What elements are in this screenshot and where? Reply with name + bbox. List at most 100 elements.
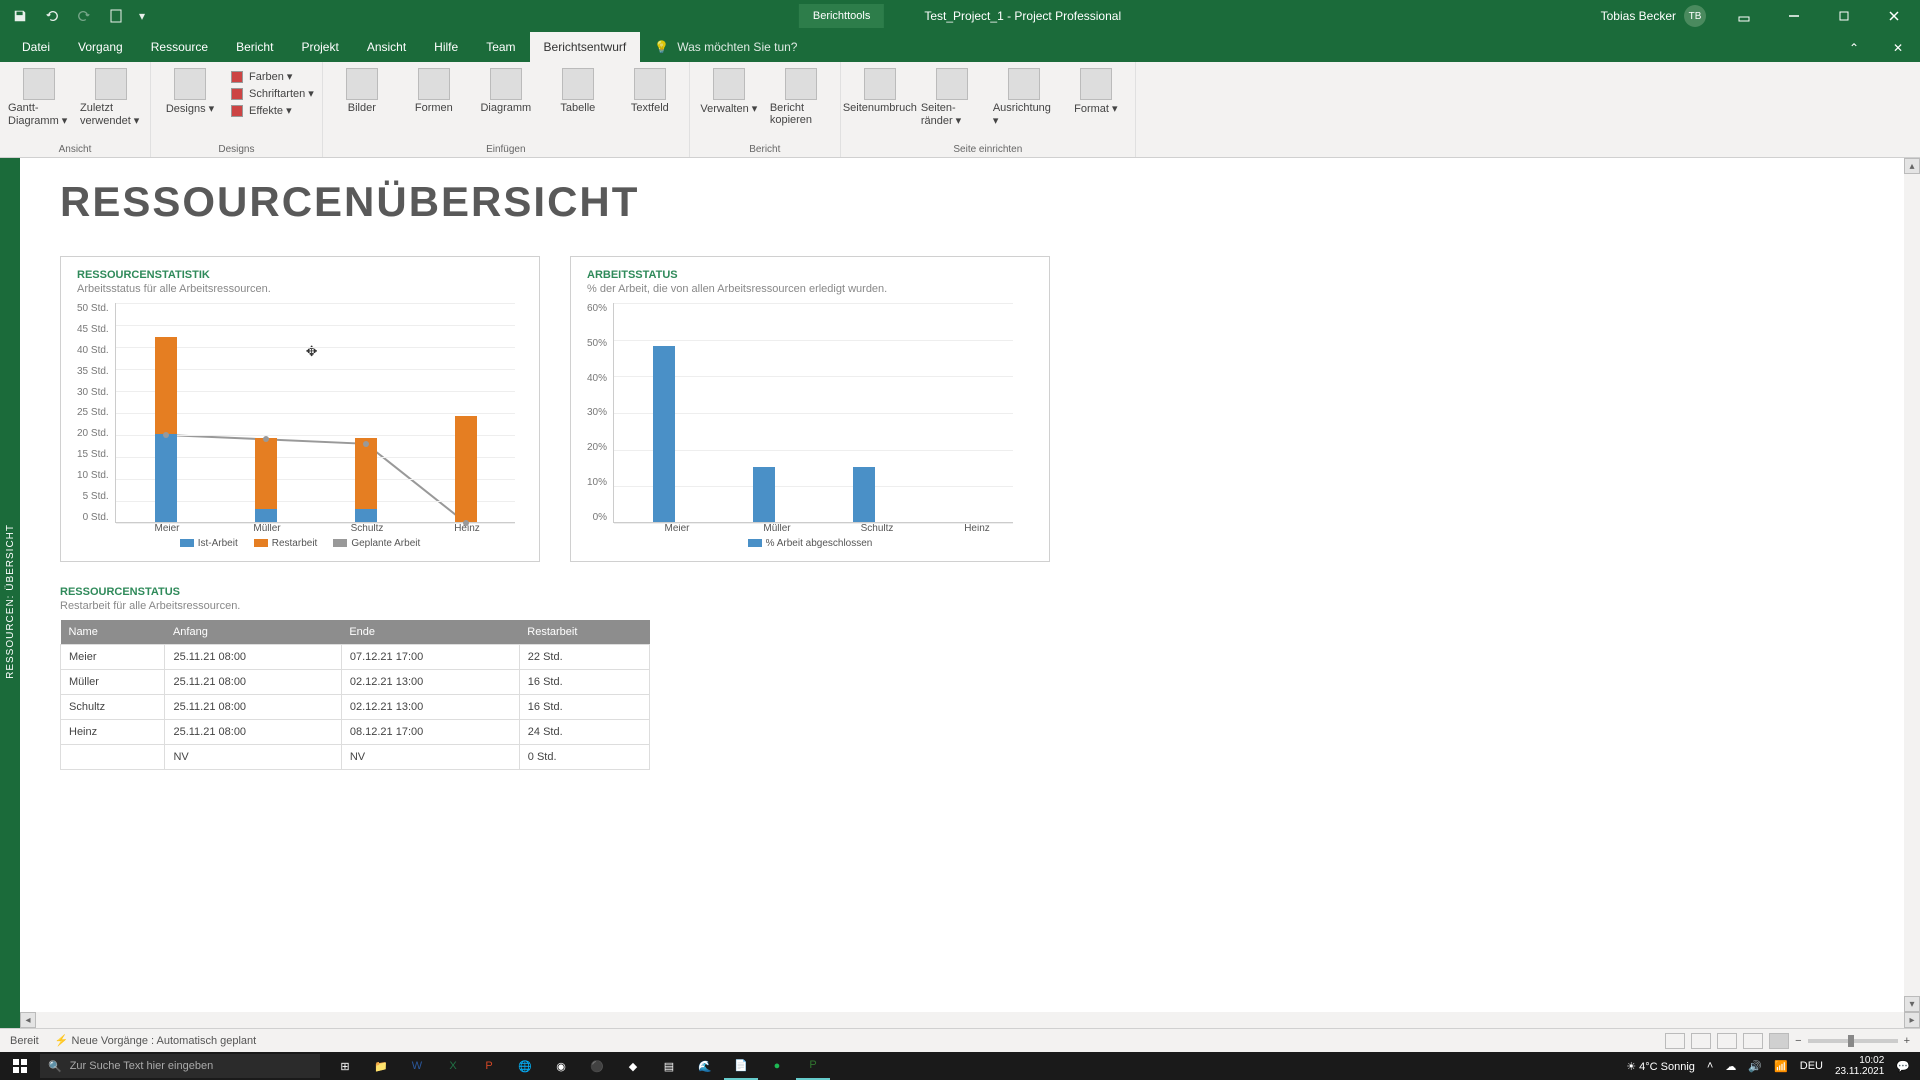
menu-berichtsentwurf[interactable]: Berichtsentwurf (530, 32, 641, 62)
tabelle[interactable]: Tabelle (547, 66, 609, 114)
save-icon[interactable] (8, 4, 32, 28)
table-row[interactable]: Meier25.11.21 08:0007.12.21 17:0022 Std. (61, 645, 650, 670)
seitenumbruch[interactable]: Seitenumbruch (849, 66, 911, 114)
edge-icon[interactable]: 🌊 (688, 1052, 722, 1080)
view-shortcut-1[interactable] (1665, 1033, 1685, 1049)
table-row[interactable]: NVNV0 Std. (61, 745, 650, 770)
app-icon-1[interactable]: ◆ (616, 1052, 650, 1080)
chart-ressourcenstatistik[interactable]: RESSOURCENSTATISTIK Arbeitsstatus für al… (60, 256, 540, 562)
table-header[interactable]: Ende (341, 620, 519, 645)
menu-vorgang[interactable]: Vorgang (64, 32, 137, 62)
zoom-out-icon[interactable]: − (1795, 1035, 1801, 1047)
powerpoint-icon[interactable]: P (472, 1052, 506, 1080)
bericht-kopieren[interactable]: Bericht kopieren (770, 66, 832, 126)
word-icon[interactable]: W (400, 1052, 434, 1080)
maximize-button[interactable] (1822, 0, 1866, 32)
effekte[interactable]: Effekte ▾ (231, 104, 314, 117)
bilder[interactable]: Bilder (331, 66, 393, 114)
view-shortcut-4[interactable] (1743, 1033, 1763, 1049)
file-explorer-icon[interactable]: 📁 (364, 1052, 398, 1080)
ausrichtung[interactable]: Ausrichtung ▾ (993, 66, 1055, 127)
start-button[interactable] (0, 1052, 40, 1080)
designs[interactable]: Designs ▾ (159, 66, 221, 115)
project-icon[interactable]: P (796, 1052, 830, 1080)
menu-projekt[interactable]: Projekt (287, 32, 352, 62)
qat-customize-icon[interactable]: ▾ (136, 4, 148, 28)
excel-icon[interactable]: X (436, 1052, 470, 1080)
table-row[interactable]: Schultz25.11.21 08:0002.12.21 13:0016 St… (61, 695, 650, 720)
taskbar-search[interactable]: 🔍 Zur Suche Text hier eingeben (40, 1054, 320, 1078)
view-shortcut-2[interactable] (1691, 1033, 1711, 1049)
seitenraender[interactable]: Seiten-ränder ▾ (921, 66, 983, 127)
view-side-rail[interactable]: RESSOURCEN: ÜBERSICHT (0, 158, 20, 1044)
table-row[interactable]: Müller25.11.21 08:0002.12.21 13:0016 Std… (61, 670, 650, 695)
menu-hilfe[interactable]: Hilfe (420, 32, 472, 62)
chart-arbeitsstatus[interactable]: ARBEITSSTATUS % der Arbeit, die von alle… (570, 256, 1050, 562)
tell-me-search[interactable]: 💡 Was möchten Sie tun? (640, 32, 811, 62)
task-view-icon[interactable]: ⊞ (328, 1052, 362, 1080)
menu-team[interactable]: Team (472, 32, 529, 62)
view-shortcut-5[interactable] (1769, 1033, 1789, 1049)
volume-icon[interactable]: 🔊 (1748, 1060, 1762, 1073)
close-pane-icon[interactable]: ✕ (1876, 32, 1920, 64)
scroll-down-icon[interactable]: ▾ (1904, 996, 1920, 1012)
notifications-icon[interactable]: 💬 (1896, 1060, 1910, 1073)
formen[interactable]: Formen (403, 66, 465, 114)
scroll-left-icon[interactable]: ◂ (20, 1012, 36, 1028)
ribbon-collapse-icon[interactable]: ⌃ (1832, 32, 1876, 64)
close-button[interactable] (1872, 0, 1916, 32)
verwalten[interactable]: Verwalten ▾ (698, 66, 760, 115)
report-canvas[interactable]: RESSOURCENÜBERSICHT RESSOURCENSTATISTIK … (20, 158, 1920, 1044)
spotify-icon[interactable]: ● (760, 1052, 794, 1080)
menu-datei[interactable]: Datei (8, 32, 64, 62)
chrome-icon[interactable]: ◉ (544, 1052, 578, 1080)
chart1-subtitle: Arbeitsstatus für alle Arbeitsressourcen… (77, 283, 523, 295)
vertical-scrollbar[interactable]: ▴ ▾ (1904, 158, 1920, 1012)
zoom-slider[interactable] (1808, 1039, 1898, 1043)
ressourcenstatus-table[interactable]: NameAnfangEndeRestarbeit Meier25.11.21 0… (60, 620, 650, 770)
obs-icon[interactable]: ⚫ (580, 1052, 614, 1080)
table-header[interactable]: Anfang (165, 620, 341, 645)
notepad-icon[interactable]: 📄 (724, 1052, 758, 1080)
textfeld[interactable]: Textfeld (619, 66, 681, 114)
search-icon: 🔍 (48, 1060, 62, 1073)
qat-doc-icon[interactable] (104, 4, 128, 28)
table-header[interactable]: Name (61, 620, 165, 645)
menu-ansicht[interactable]: Ansicht (353, 32, 420, 62)
schriftarten[interactable]: Schriftarten ▾ (231, 87, 314, 100)
diagramm[interactable]: Diagramm (475, 66, 537, 114)
edge-legacy-icon[interactable]: 🌐 (508, 1052, 542, 1080)
scroll-right-icon[interactable]: ▸ (1904, 1012, 1920, 1028)
tray-chevron-icon[interactable]: ˄ (1707, 1060, 1713, 1072)
chart1-title: RESSOURCENSTATISTIK (77, 269, 523, 281)
undo-icon[interactable] (40, 4, 64, 28)
search-placeholder: Zur Suche Text hier eingeben (70, 1060, 214, 1072)
menu-bar: DateiVorgangRessourceBerichtProjektAnsic… (0, 32, 1920, 62)
ribbon-display-options-icon[interactable] (1722, 0, 1766, 32)
onedrive-icon[interactable]: ☁ (1725, 1060, 1736, 1073)
format-btn[interactable]: Format ▾ (1065, 66, 1127, 115)
gantt-diagramm[interactable]: Gantt-Diagramm ▾ (8, 66, 70, 127)
table-row[interactable]: Heinz25.11.21 08:0008.12.21 17:0024 Std. (61, 720, 650, 745)
zuletzt-verwendet[interactable]: Zuletzt verwendet ▾ (80, 66, 142, 127)
schedule-mode-indicator[interactable]: ⚡ Neue Vorgänge : Automatisch geplant (55, 1034, 256, 1047)
table-header[interactable]: Restarbeit (519, 620, 649, 645)
scroll-up-icon[interactable]: ▴ (1904, 158, 1920, 174)
horizontal-scrollbar[interactable]: ◂ ▸ (20, 1012, 1920, 1028)
menu-bericht[interactable]: Bericht (222, 32, 287, 62)
view-shortcut-3[interactable] (1717, 1033, 1737, 1049)
menu-ressource[interactable]: Ressource (137, 32, 222, 62)
clock[interactable]: 10:02 23.11.2021 (1835, 1055, 1884, 1077)
account-button[interactable]: Tobias Becker TB (1601, 5, 1706, 27)
app-icon-2[interactable]: ▤ (652, 1052, 686, 1080)
user-name: Tobias Becker (1601, 9, 1676, 23)
ribbon: Gantt-Diagramm ▾Zuletzt verwendet ▾Ansic… (0, 62, 1920, 158)
farben[interactable]: Farben ▾ (231, 70, 314, 83)
language-indicator[interactable]: DEU (1800, 1060, 1823, 1072)
redo-icon[interactable] (72, 4, 96, 28)
side-rail-label: RESSOURCEN: ÜBERSICHT (5, 524, 16, 679)
zoom-in-icon[interactable]: + (1904, 1035, 1910, 1047)
weather-widget[interactable]: ☀ 4°C Sonnig (1626, 1060, 1695, 1073)
minimize-button[interactable] (1772, 0, 1816, 32)
network-icon[interactable]: 📶 (1774, 1060, 1788, 1073)
